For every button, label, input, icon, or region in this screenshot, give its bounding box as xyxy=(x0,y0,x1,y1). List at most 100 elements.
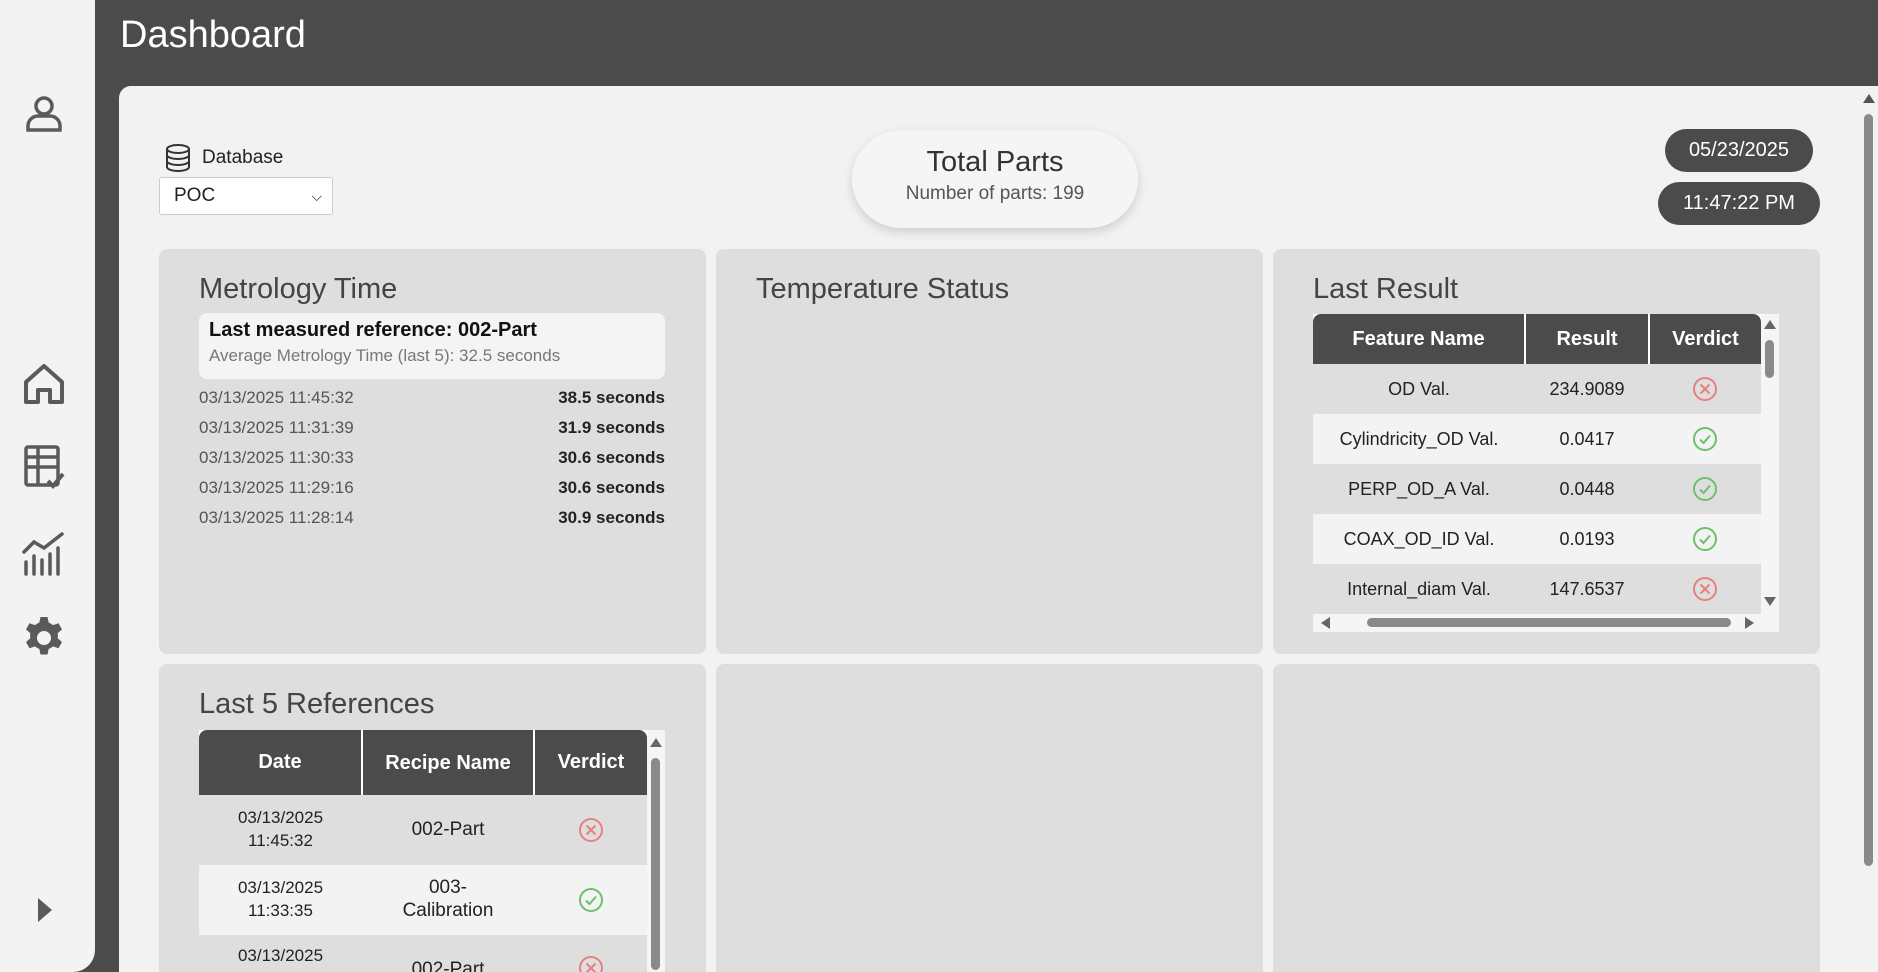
temperature-status-card: Temperature Status xyxy=(716,249,1263,654)
list-item: 03/13/2025 11:31:39 31.9 seconds xyxy=(199,418,665,448)
pass-icon xyxy=(534,865,647,935)
metrology-value: 31.9 seconds xyxy=(558,418,665,437)
date-badge: 05/23/2025 xyxy=(1665,129,1813,172)
checklist-icon[interactable] xyxy=(18,441,70,493)
metrology-date: 03/13/2025 11:29:16 xyxy=(199,478,354,497)
pass-icon xyxy=(1649,414,1761,464)
date-line: 03/13/2025 xyxy=(237,878,324,898)
column-header: Verdict xyxy=(1649,314,1761,364)
result-cell: 0.0448 xyxy=(1525,464,1649,514)
last-references-vscrollbar[interactable] xyxy=(647,730,665,972)
total-parts-card: Total Parts Number of parts: 199 xyxy=(852,130,1138,228)
database-icon xyxy=(166,144,190,173)
column-header: Date xyxy=(199,730,363,795)
time-badge: 11:47:22 PM xyxy=(1658,182,1820,225)
metrology-date: 03/13/2025 11:30:33 xyxy=(199,448,354,467)
last-result-table-wrap: Feature Name Result Verdict OD Val. 234.… xyxy=(1313,314,1761,614)
table-row: 03/13/2025 11:45:32 002-Part xyxy=(199,795,647,865)
table-row: COAX_OD_ID Val. 0.0193 xyxy=(1313,514,1761,564)
database-select[interactable]: POC ⌵ xyxy=(159,177,333,215)
metrology-list: 03/13/2025 11:45:32 38.5 seconds 03/13/20… xyxy=(199,388,665,538)
feature-name-cell: Cylindricity_OD Val. xyxy=(1313,414,1525,464)
scroll-thumb[interactable] xyxy=(1765,340,1774,378)
recipe-cell: 002-Part xyxy=(362,935,534,972)
metrology-time-card: Metrology Time Last measured reference: … xyxy=(159,249,706,654)
table-row: Internal_diam Val. 147.6537 xyxy=(1313,564,1761,614)
last-references-table-wrap: Date Recipe Name Verdict 03/13/2025 11:45… xyxy=(199,730,647,972)
column-header: Result xyxy=(1525,314,1650,364)
expand-arrow-icon[interactable] xyxy=(18,884,70,936)
pass-icon xyxy=(1649,514,1761,564)
table-row: Cylindricity_OD Val. 0.0417 xyxy=(1313,414,1761,464)
scroll-thumb[interactable] xyxy=(1864,114,1873,866)
home-icon[interactable] xyxy=(18,358,70,410)
metrology-value: 30.9 seconds xyxy=(558,508,665,527)
database-label: Database xyxy=(162,142,283,174)
main-scrollbar[interactable] xyxy=(1859,86,1878,972)
scroll-up-icon[interactable] xyxy=(1863,94,1875,103)
scroll-down-icon[interactable] xyxy=(1764,597,1776,606)
temperature-status-title: Temperature Status xyxy=(756,273,1010,305)
last-references-title: Last 5 References xyxy=(199,688,435,720)
fail-icon xyxy=(1649,564,1761,614)
last-reference-box: Last measured reference: 002-Part Averag… xyxy=(199,313,665,379)
database-selected-value: POC xyxy=(174,185,216,206)
last-result-hscrollbar[interactable] xyxy=(1313,614,1779,632)
chart-icon[interactable] xyxy=(18,528,70,580)
total-parts-title: Total Parts xyxy=(926,146,1064,178)
feature-name-cell: Internal_diam Val. xyxy=(1313,564,1525,614)
date-line: 03/13/2025 xyxy=(237,946,324,965)
average-time-text: Average Metrology Time (last 5): 32.5 se… xyxy=(209,346,561,365)
total-parts-count: Number of parts: 199 xyxy=(905,183,1085,204)
gear-icon[interactable] xyxy=(18,612,70,664)
fail-icon xyxy=(534,795,647,865)
column-header: Recipe Name xyxy=(362,730,535,795)
sidebar xyxy=(0,0,95,972)
table-row: OD Val. 234.9089 xyxy=(1313,364,1761,414)
page-title: Dashboard xyxy=(120,14,306,56)
time-line: 11:33:35 xyxy=(248,901,313,920)
metrology-time-title: Metrology Time xyxy=(199,273,398,305)
last-result-card: Last Result Feature Name Result Verdict … xyxy=(1273,249,1820,654)
list-item: 03/13/2025 11:28:14 30.9 seconds xyxy=(199,508,665,538)
empty-card xyxy=(716,664,1263,972)
result-cell: 234.9089 xyxy=(1525,364,1649,414)
scroll-up-icon[interactable] xyxy=(650,738,662,747)
table-row: 03/13/2025 11:33:35 003-Calibration xyxy=(199,865,647,935)
date-line: 03/13/2025 xyxy=(237,808,324,828)
result-cell: 147.6537 xyxy=(1525,564,1649,614)
database-label-text: Database xyxy=(202,147,284,168)
column-header: Verdict xyxy=(534,730,647,795)
metrology-value: 30.6 seconds xyxy=(558,448,665,467)
metrology-date: 03/13/2025 11:31:39 xyxy=(199,418,354,437)
scroll-left-icon[interactable] xyxy=(1321,617,1330,629)
chevron-down-icon: ⌵ xyxy=(311,187,322,204)
fail-icon xyxy=(534,935,647,972)
date-cell: 03/13/2025 11:45:32 xyxy=(199,795,362,865)
last-reference-text: Last measured reference: 002-Part xyxy=(209,319,537,341)
date-cell: 03/13/2025 11:33:35 xyxy=(199,865,362,935)
scroll-thumb[interactable] xyxy=(1367,618,1731,627)
user-icon[interactable] xyxy=(18,88,70,140)
date-cell: 03/13/2025 xyxy=(199,935,362,972)
scroll-up-icon[interactable] xyxy=(1764,320,1776,329)
last-references-card: Last 5 References Date Recipe Name Verdi… xyxy=(159,664,706,972)
metrology-value: 30.6 seconds xyxy=(558,478,665,497)
metrology-date: 03/13/2025 11:45:32 xyxy=(199,388,354,407)
last-result-title: Last Result xyxy=(1313,273,1459,305)
last-result-table: Feature Name Result Verdict OD Val. 234.… xyxy=(1313,314,1761,614)
last-references-table: Date Recipe Name Verdict 03/13/2025 11:45… xyxy=(199,730,647,972)
last-result-vscrollbar[interactable] xyxy=(1761,314,1779,614)
result-cell: 0.0193 xyxy=(1525,514,1649,564)
column-header: Feature Name xyxy=(1313,314,1526,364)
scroll-thumb[interactable] xyxy=(651,758,660,970)
feature-name-cell: COAX_OD_ID Val. xyxy=(1313,514,1525,564)
time-line: 11:45:32 xyxy=(248,831,313,850)
list-item: 03/13/2025 11:30:33 30.6 seconds xyxy=(199,448,665,478)
result-cell: 0.0417 xyxy=(1525,414,1649,464)
fail-icon xyxy=(1649,364,1761,414)
list-item: 03/13/2025 11:45:32 38.5 seconds xyxy=(199,388,665,418)
feature-name-cell: OD Val. xyxy=(1313,364,1525,414)
scroll-right-icon[interactable] xyxy=(1745,617,1754,629)
empty-card xyxy=(1273,664,1820,972)
